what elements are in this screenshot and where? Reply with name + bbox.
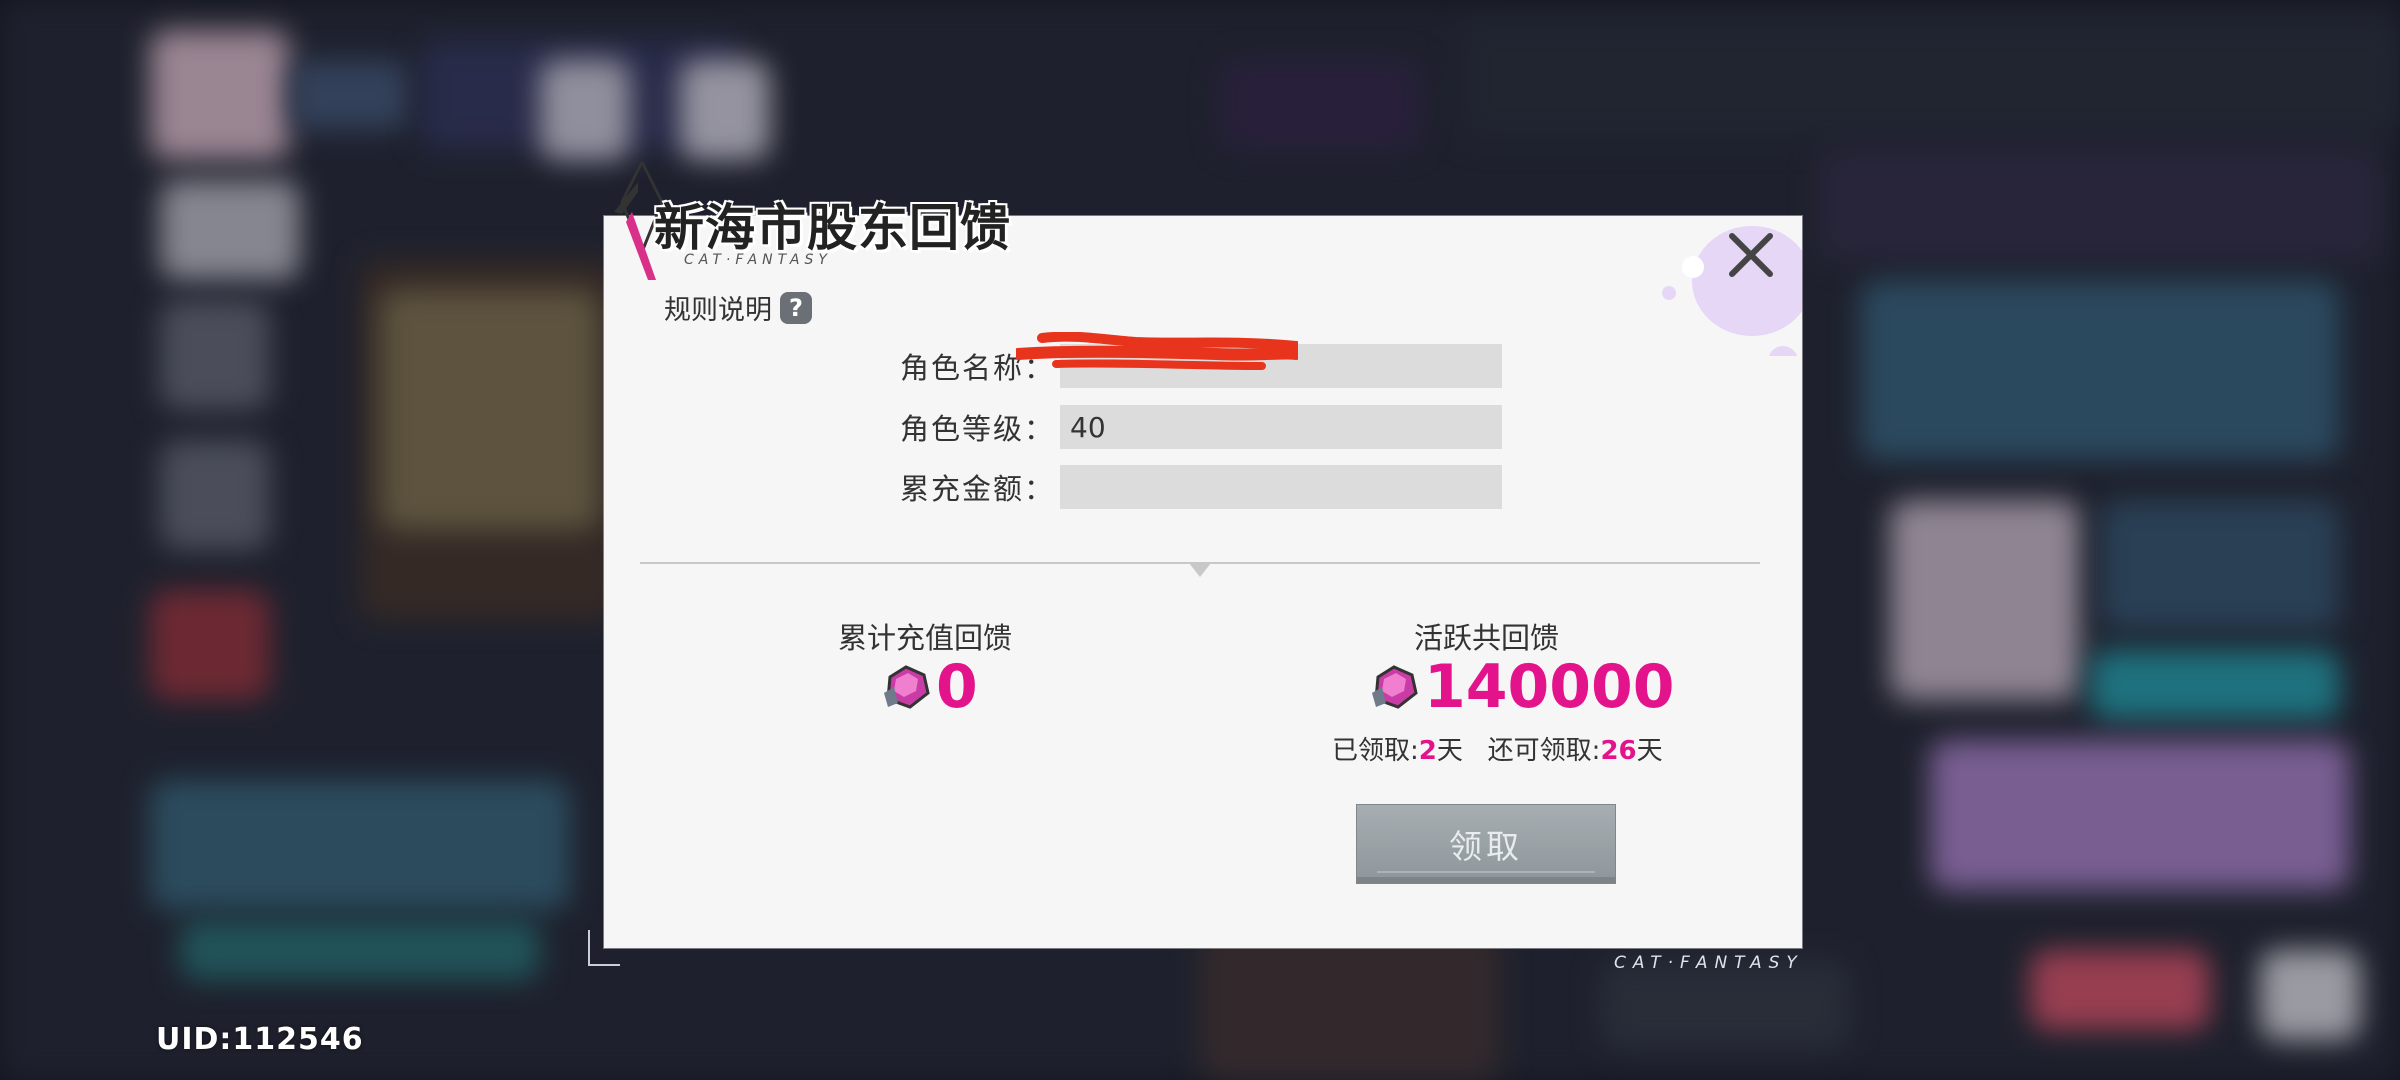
active-reward-title: 活跃共回馈 [1414, 621, 1560, 655]
claimed-day-unit: 天 [1436, 736, 1463, 766]
remaining-day-unit: 天 [1636, 736, 1663, 766]
total-recharge-field [1060, 465, 1502, 509]
footer-logo: CAT·FANTASY [1614, 953, 1804, 973]
claim-button-label: 领取 [1449, 827, 1523, 866]
remaining-label: 还可领取: [1487, 736, 1601, 766]
cumulative-reward-title: 累计充值回馈 [838, 621, 1013, 655]
cumulative-reward-value: 0 [936, 652, 978, 722]
active-reward-value: 140000 [1424, 652, 1675, 722]
gem-icon [884, 665, 930, 709]
cumulative-reward-value-row: 0 [880, 652, 978, 722]
close-icon[interactable] [1724, 228, 1778, 282]
claimed-days: 2 [1418, 736, 1437, 766]
character-level-label: 角色等级： [900, 412, 1056, 446]
character-level-field: 40 [1060, 405, 1502, 449]
character-level-row: 角色等级： 40 [900, 405, 1502, 449]
remaining-days: 26 [1600, 736, 1637, 766]
dialog-title-subtitle: CAT·FANTASY [684, 252, 832, 268]
claimed-label: 已领取: [1332, 736, 1419, 766]
rules-button[interactable]: 规则说明 ? [664, 288, 812, 327]
total-recharge-row: 累充金额： [900, 465, 1502, 509]
player-uid: UID:112546 [156, 1022, 364, 1057]
claim-button[interactable]: 领取 [1356, 804, 1616, 884]
total-recharge-label: 累充金额： [900, 472, 1056, 506]
divider-notch-icon [1189, 563, 1211, 577]
claim-days-info: 已领取:2天 还可领取:26天 [1332, 730, 1663, 767]
question-mark-icon: ? [780, 291, 812, 324]
rules-label: 规则说明 [664, 295, 772, 326]
redaction-scribble [1016, 332, 1298, 370]
active-reward-value-row: 140000 [1368, 652, 1675, 722]
gem-icon [1372, 665, 1418, 709]
dialog-title: 新海市股东回馈 [654, 199, 1011, 257]
